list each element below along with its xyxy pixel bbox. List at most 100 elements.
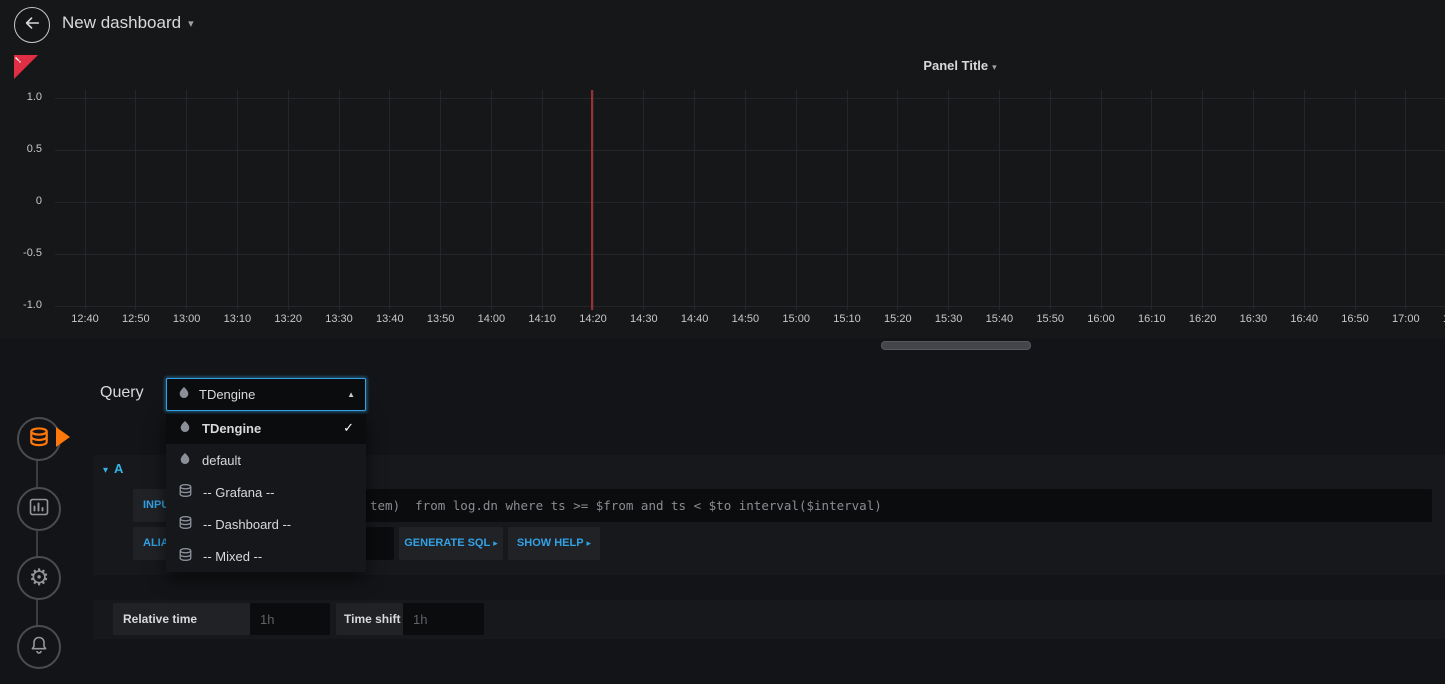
- x-tick-label: 13:10: [212, 313, 262, 325]
- y-tick-label: -1.0: [4, 299, 42, 311]
- x-tick-label: 16:50: [1330, 313, 1380, 325]
- database-icon: [178, 515, 193, 533]
- x-tick-label: 16:10: [1127, 313, 1177, 325]
- datasource-option[interactable]: -- Grafana --: [166, 476, 366, 508]
- generate-sql-label: GENERATE SQL: [404, 537, 490, 549]
- gridline-vertical: [288, 90, 289, 310]
- x-tick-label: 12:50: [111, 313, 161, 325]
- datasource-option[interactable]: -- Mixed --: [166, 540, 366, 572]
- x-tick-label: 15:50: [1025, 313, 1075, 325]
- gridline-vertical: [237, 90, 238, 310]
- time-shift-input[interactable]: [403, 603, 484, 635]
- gridline-vertical: [796, 90, 797, 310]
- time-cursor-line: [591, 90, 593, 310]
- datasource-dropdown-menu: TDengine ✓ default -- Grafana -- -- Dashboar…: [166, 412, 366, 572]
- grafana-logo-icon: [178, 452, 192, 469]
- horizontal-scrollbar[interactable]: [881, 341, 1031, 350]
- tab-queries[interactable]: [17, 417, 61, 461]
- datasource-option-label: TDengine: [202, 421, 261, 436]
- gear-icon: ⚙: [29, 567, 50, 590]
- datasource-option-label: default: [202, 453, 241, 468]
- gridline-vertical: [491, 90, 492, 310]
- y-tick-label: 0: [4, 195, 42, 207]
- datasource-option-label: -- Mixed --: [203, 549, 262, 564]
- query-section-label: Query: [100, 384, 144, 402]
- x-tick-label: 14:50: [720, 313, 770, 325]
- relative-time-label: Relative time: [113, 603, 250, 635]
- datasource-select[interactable]: TDengine ▲: [166, 378, 366, 411]
- x-tick-label: 15:20: [873, 313, 923, 325]
- x-tick-label: 14:00: [466, 313, 516, 325]
- tab-general[interactable]: ⚙: [17, 556, 61, 600]
- gridline-vertical: [1202, 90, 1203, 310]
- datasource-option[interactable]: default: [166, 444, 366, 476]
- gridline-vertical: [1050, 90, 1051, 310]
- gridline-vertical: [897, 90, 898, 310]
- gridline-vertical: [389, 90, 390, 310]
- chevron-up-icon: ▲: [347, 390, 355, 399]
- x-tick-label: 13:20: [263, 313, 313, 325]
- gridline-vertical: [85, 90, 86, 310]
- x-tick-label: 13:40: [365, 313, 415, 325]
- gridline-vertical: [542, 90, 543, 310]
- bell-icon: [29, 635, 49, 660]
- database-icon: [28, 426, 50, 453]
- check-icon: ✓: [343, 420, 354, 436]
- show-help-button[interactable]: SHOW HELP▸: [508, 527, 600, 560]
- database-icon: [178, 483, 193, 501]
- gridline-vertical: [694, 90, 695, 310]
- x-tick-label: 15:30: [924, 313, 974, 325]
- gridline-vertical: [948, 90, 949, 310]
- y-tick-label: -0.5: [4, 247, 42, 259]
- x-tick-label: 13:30: [314, 313, 364, 325]
- x-tick-label: 14:40: [670, 313, 720, 325]
- gridline-vertical: [1304, 90, 1305, 310]
- query-ref-id: A: [114, 461, 123, 476]
- gridline-horizontal: [55, 150, 1445, 151]
- graph-plot: 12:4012:5013:0013:1013:2013:3013:4013:50…: [0, 0, 1445, 340]
- x-tick-label: 16:20: [1178, 313, 1228, 325]
- gridline-vertical: [1355, 90, 1356, 310]
- x-tick-label: 15:10: [822, 313, 872, 325]
- chevron-down-icon: ▾: [103, 465, 108, 476]
- x-tick-label: 16:30: [1228, 313, 1278, 325]
- gridline-horizontal: [55, 306, 1445, 307]
- x-tick-label: 13:50: [416, 313, 466, 325]
- x-tick-label: 14:10: [517, 313, 567, 325]
- y-tick-label: 0.5: [4, 143, 42, 155]
- x-tick-label: 16:40: [1279, 313, 1329, 325]
- x-tick-label: 15:40: [974, 313, 1024, 325]
- relative-time-input[interactable]: [250, 603, 330, 635]
- grafana-logo-icon: [178, 420, 192, 437]
- x-tick-label: 13:00: [162, 313, 212, 325]
- time-shift-label: Time shift: [336, 603, 403, 635]
- generate-sql-button[interactable]: GENERATE SQL▸: [399, 527, 503, 560]
- gridline-vertical: [440, 90, 441, 310]
- show-help-label: SHOW HELP: [517, 537, 584, 549]
- x-tick-label: 16:00: [1076, 313, 1126, 325]
- chevron-right-icon: ▸: [587, 538, 592, 548]
- grafana-logo-icon: [177, 386, 191, 403]
- gridline-horizontal: [55, 98, 1445, 99]
- x-tick-label: 17:10: [1432, 313, 1445, 325]
- query-row-collapse[interactable]: ▾A: [103, 461, 123, 476]
- gridline-vertical: [1253, 90, 1254, 310]
- sql-query-text: tem) from log.dn where ts >= $from and t…: [370, 489, 882, 522]
- datasource-option[interactable]: -- Dashboard --: [166, 508, 366, 540]
- tab-visualization[interactable]: [17, 487, 61, 531]
- datasource-option-label: -- Dashboard --: [203, 517, 291, 532]
- x-tick-label: 14:30: [619, 313, 669, 325]
- tab-alert[interactable]: [17, 625, 61, 669]
- datasource-option-label: -- Grafana --: [203, 485, 275, 500]
- gridline-vertical: [186, 90, 187, 310]
- y-tick-label: 1.0: [4, 91, 42, 103]
- datasource-option[interactable]: TDengine ✓: [166, 412, 366, 444]
- gridline-vertical: [1101, 90, 1102, 310]
- x-tick-label: 15:00: [771, 313, 821, 325]
- gridline-vertical: [643, 90, 644, 310]
- datasource-select-value: TDengine: [199, 387, 255, 402]
- gridline-vertical: [847, 90, 848, 310]
- chevron-right-icon: ▸: [493, 538, 498, 548]
- gridline-vertical: [135, 90, 136, 310]
- gridline-vertical: [339, 90, 340, 310]
